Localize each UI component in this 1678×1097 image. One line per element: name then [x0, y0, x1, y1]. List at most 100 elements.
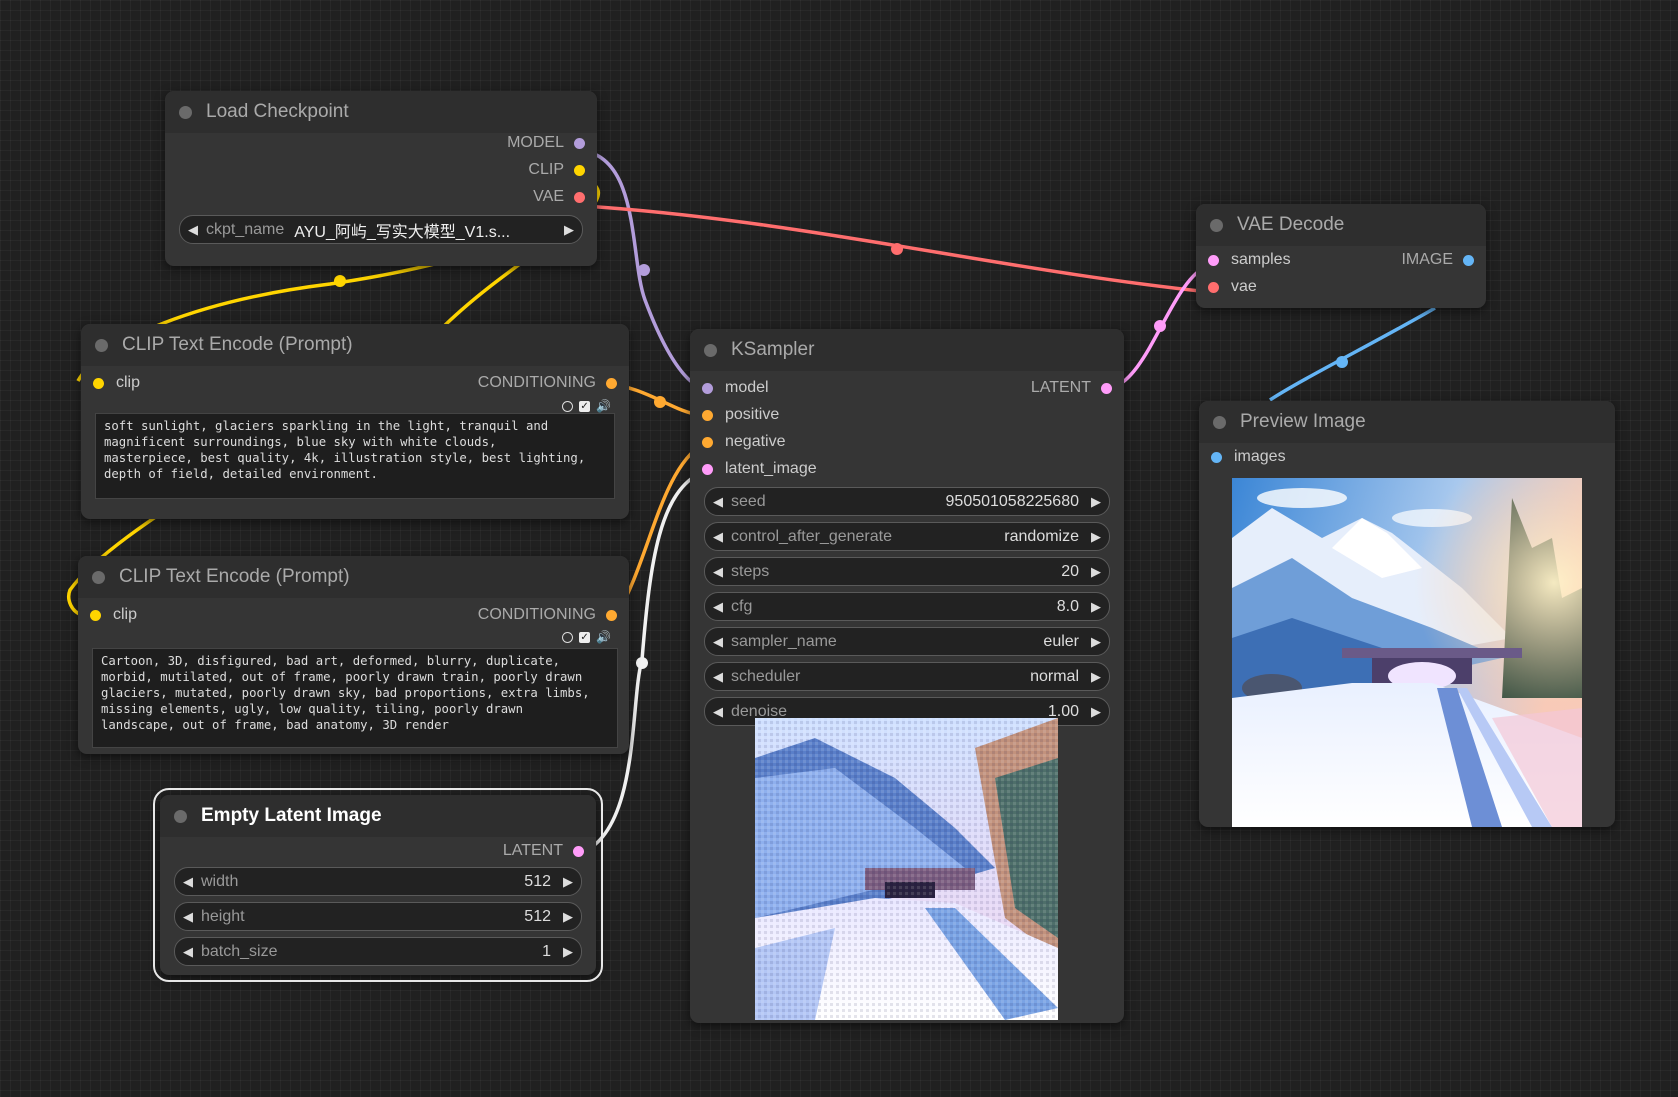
slot-row: positive	[690, 402, 1124, 429]
prompt-textarea[interactable]: Cartoon, 3D, disfigured, bad art, deform…	[92, 648, 618, 748]
speaker-icon[interactable]: 🔊	[596, 630, 611, 644]
slot-row: images	[1199, 444, 1615, 471]
node-title-text: VAE Decode	[1237, 214, 1345, 235]
node-title[interactable]: Preview Image	[1199, 401, 1615, 443]
slot-row: clip CONDITIONING	[78, 602, 629, 629]
widget-label: control_after_generate	[731, 527, 892, 545]
input-negative-socket[interactable]	[702, 436, 713, 448]
node-title[interactable]: Empty Latent Image	[160, 795, 596, 837]
control-after-generate-widget[interactable]: ◀ control_after_generate randomize ▶	[704, 522, 1110, 551]
status-dot-icon	[1213, 415, 1226, 429]
input-images-socket[interactable]	[1211, 451, 1222, 463]
arrow-left-icon[interactable]: ◀	[705, 494, 731, 510]
widget-value: 950501058225680	[945, 492, 1079, 510]
input-vae-socket[interactable]	[1208, 281, 1219, 293]
steps-widget[interactable]: ◀ steps 20 ▶	[704, 557, 1110, 586]
arrow-right-icon[interactable]: ▶	[1083, 669, 1109, 685]
output-label: CLIP	[528, 161, 564, 178]
widget-value: 8.0	[1056, 597, 1079, 615]
ckpt-name-combo[interactable]: ◀ ckpt_name AYU_阿屿_写实大模型_V1.s... ▶	[179, 215, 583, 244]
slot-row: samples IMAGE	[1196, 247, 1486, 274]
input-model-socket[interactable]	[702, 382, 713, 394]
status-dot-icon	[95, 338, 108, 352]
arrow-left-icon[interactable]: ◀	[705, 599, 731, 615]
node-empty-latent-image[interactable]: Empty Latent Image LATENT ◀ width 512 ▶ …	[153, 788, 603, 982]
output-latent-socket[interactable]	[573, 845, 584, 857]
node-graph-canvas[interactable]: Load Checkpoint MODEL CLIP VAE ◀ ckpt_na…	[0, 0, 1678, 1097]
node-clip-text-encode-negative[interactable]: CLIP Text Encode (Prompt) clip CONDITION…	[78, 556, 629, 754]
cfg-widget[interactable]: ◀ cfg 8.0 ▶	[704, 592, 1110, 621]
slot-row: LATENT	[160, 838, 596, 865]
link-vae-dot	[891, 243, 903, 255]
input-clip-socket[interactable]	[93, 377, 104, 389]
input-positive-socket[interactable]	[702, 409, 713, 421]
arrow-left-icon[interactable]: ◀	[705, 634, 731, 650]
arrow-right-icon[interactable]: ▶	[1083, 599, 1109, 615]
circle-toggle-icon[interactable]	[562, 631, 574, 643]
circle-toggle-icon[interactable]	[562, 400, 574, 412]
node-title[interactable]: VAE Decode	[1196, 204, 1486, 246]
output-conditioning-socket[interactable]	[606, 609, 617, 621]
arrow-left-icon[interactable]: ◀	[180, 222, 206, 238]
output-model-socket[interactable]	[574, 137, 585, 149]
arrow-right-icon[interactable]: ▶	[1083, 494, 1109, 510]
widget-label: sampler_name	[731, 632, 837, 650]
arrow-left-icon[interactable]: ◀	[175, 909, 201, 925]
widget-value: 20	[1061, 562, 1079, 580]
node-ksampler[interactable]: KSampler model LATENT positive negative …	[690, 329, 1124, 1023]
link-reroute-dot	[334, 275, 346, 287]
checkbox-icon[interactable]: ✓	[579, 631, 591, 643]
arrow-left-icon[interactable]: ◀	[705, 704, 731, 720]
arrow-right-icon[interactable]: ▶	[556, 222, 582, 238]
status-dot-icon	[174, 809, 187, 823]
sampler-name-widget[interactable]: ◀ sampler_name euler ▶	[704, 627, 1110, 656]
node-title[interactable]: KSampler	[690, 329, 1124, 371]
arrow-left-icon[interactable]: ◀	[705, 669, 731, 685]
arrow-left-icon[interactable]: ◀	[175, 874, 201, 890]
arrow-left-icon[interactable]: ◀	[705, 529, 731, 545]
batch-size-widget[interactable]: ◀ batch_size 1 ▶	[174, 937, 582, 966]
checkbox-icon[interactable]: ✓	[579, 400, 591, 412]
output-clip-socket[interactable]	[574, 164, 585, 176]
node-clip-text-encode-positive[interactable]: CLIP Text Encode (Prompt) clip CONDITION…	[81, 324, 629, 519]
arrow-right-icon[interactable]: ▶	[555, 874, 581, 890]
arrow-right-icon[interactable]: ▶	[555, 944, 581, 960]
height-widget[interactable]: ◀ height 512 ▶	[174, 902, 582, 931]
arrow-left-icon[interactable]: ◀	[175, 944, 201, 960]
output-conditioning-socket[interactable]	[606, 377, 617, 389]
node-title[interactable]: CLIP Text Encode (Prompt)	[78, 556, 629, 598]
widget-label: steps	[731, 562, 770, 580]
output-clip-row: CLIP	[165, 157, 597, 184]
input-latent-image-socket[interactable]	[702, 463, 713, 475]
node-title[interactable]: Load Checkpoint	[165, 91, 597, 133]
prompt-textarea[interactable]: soft sunlight, glaciers sparkling in the…	[95, 413, 615, 499]
arrow-right-icon[interactable]: ▶	[1083, 529, 1109, 545]
speaker-icon[interactable]: 🔊	[596, 399, 611, 413]
node-preview-image[interactable]: Preview Image images	[1199, 401, 1615, 827]
input-label: negative	[725, 433, 786, 450]
scheduler-widget[interactable]: ◀ scheduler normal ▶	[704, 662, 1110, 691]
link-vae	[583, 204, 1210, 294]
input-label: clip	[116, 374, 141, 391]
generated-preview-image	[1232, 478, 1582, 827]
arrow-right-icon[interactable]: ▶	[1083, 634, 1109, 650]
text-toggles: ✓ 🔊	[562, 399, 611, 413]
link-latent-dot	[636, 657, 648, 669]
output-vae-socket[interactable]	[574, 191, 585, 203]
node-vae-decode[interactable]: VAE Decode samples IMAGE vae	[1196, 204, 1486, 308]
arrow-right-icon[interactable]: ▶	[555, 909, 581, 925]
seed-widget[interactable]: ◀ seed 950501058225680 ▶	[704, 487, 1110, 516]
arrow-left-icon[interactable]: ◀	[705, 564, 731, 580]
widget-label: width	[201, 872, 239, 890]
output-image-socket[interactable]	[1463, 254, 1474, 266]
input-samples-socket[interactable]	[1208, 254, 1219, 266]
width-widget[interactable]: ◀ width 512 ▶	[174, 867, 582, 896]
output-latent-socket[interactable]	[1101, 382, 1112, 394]
node-load-checkpoint[interactable]: Load Checkpoint MODEL CLIP VAE ◀ ckpt_na…	[165, 91, 597, 266]
input-clip-socket[interactable]	[90, 609, 101, 621]
arrow-right-icon[interactable]: ▶	[1083, 704, 1109, 720]
input-label: latent_image	[725, 460, 817, 477]
node-title-text: CLIP Text Encode (Prompt)	[119, 566, 350, 587]
node-title[interactable]: CLIP Text Encode (Prompt)	[81, 324, 629, 366]
arrow-right-icon[interactable]: ▶	[1083, 564, 1109, 580]
